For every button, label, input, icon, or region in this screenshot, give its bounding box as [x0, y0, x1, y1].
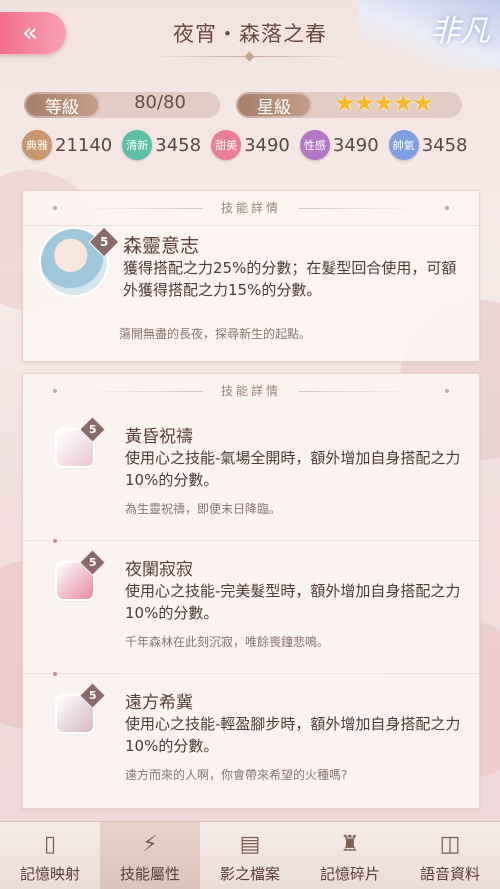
- skill-flavor-text: 千年森林在此刻沉寂，唯餘喪鐘悲鳴。: [125, 635, 330, 649]
- skill-flavor-text: 遠方而來的人啊，你會帶來希望的火種嗎?: [125, 768, 348, 782]
- skill-name: 夜闌寂寂: [125, 560, 193, 580]
- attribute-item: 性感 3490: [299, 130, 379, 160]
- nav-tab-5[interactable]: ◫ 語音資料: [400, 822, 500, 889]
- skill-description: 使用心之技能-輕盈腳步時，額外增加自身搭配之力10%的分數。: [125, 715, 461, 755]
- star-label: 星級: [236, 92, 312, 118]
- level-label: 等級: [24, 92, 100, 118]
- attribute-badge: 清新: [122, 130, 153, 160]
- title-divider: [150, 56, 350, 57]
- skill-description: 獲得搭配之力25%的分數；在髮型回合使用，可額外獲得搭配之力15%的分數。: [123, 259, 457, 299]
- skill-icon: 5: [57, 682, 106, 732]
- attribute-value: 3458: [421, 134, 468, 156]
- skill-description: 使用心之技能-完美髮型時，額外增加自身搭配之力10%的分數。: [125, 582, 461, 622]
- attribute-item: 典雅 21140: [22, 130, 112, 160]
- skill-name: 黃昏祝禱: [125, 427, 193, 447]
- attribute-value: 3458: [155, 134, 202, 156]
- rank-badge: 5: [79, 549, 106, 576]
- skill-flavor-text: 為生靈祝禱，即便末日降臨。: [125, 502, 282, 516]
- skill-icon: 5: [57, 416, 106, 466]
- nav-label: 記憶映射: [19, 865, 80, 883]
- document-icon: ▤: [239, 831, 261, 857]
- attribute-badge: 典雅: [22, 130, 52, 160]
- star-icon: ★: [334, 89, 356, 117]
- rank-badge: 5: [79, 416, 106, 443]
- page-title: 夜宵・森落之春: [173, 22, 327, 46]
- nav-tab-1[interactable]: ▯ 記憶映射: [0, 822, 100, 889]
- panel-header: 技能詳情: [23, 191, 479, 225]
- nav-tab-3[interactable]: ▤ 影之檔案: [200, 822, 300, 889]
- nav-label: 記憶碎片: [319, 865, 380, 883]
- skill-icon: 5: [57, 549, 106, 599]
- card-icon: ▯: [43, 831, 57, 857]
- nav-label: 影之檔案: [219, 865, 280, 883]
- header-line: [23, 225, 479, 226]
- star-icon: ★: [373, 89, 395, 117]
- main-skill-panel: 技能詳情 5 森靈意志 獲得搭配之力25%的分數；在髮型回合使用，可額外獲得搭配…: [22, 190, 480, 362]
- phone-audio-icon: ◫: [439, 831, 461, 857]
- header-dot: [445, 206, 449, 210]
- star-rating: ★ ★ ★ ★ ★: [334, 89, 434, 117]
- skill-flavor-text: 蕩開無盡的長夜，探尋新生的起點。: [119, 327, 312, 341]
- attribute-badge: 性感: [299, 130, 330, 160]
- nav-tab-4[interactable]: ♜ 記憶碎片: [300, 822, 400, 889]
- attribute-row: 典雅 21140 清新 3458 甜美 3490 性感 3490 帥氣 3458: [22, 130, 478, 160]
- nav-tab-2[interactable]: ⚡ 技能屬性: [100, 822, 200, 889]
- dress-icon: ♜: [340, 831, 360, 857]
- panel-header: 技能詳情: [23, 374, 479, 408]
- attribute-item: 清新 3458: [122, 130, 201, 160]
- bottom-nav: ▯ 記憶映射 ⚡ 技能屬性 ▤ 影之檔案 ♜ 記憶碎片 ◫ 語音資料: [0, 821, 500, 889]
- skill-row: 5 黃昏祝禱 使用心之技能-氣場全開時，額外增加自身搭配之力10%的分數。為生靈祝禱…: [23, 408, 479, 543]
- star-icon: ★: [392, 89, 415, 117]
- nav-label: 技能屬性: [119, 865, 180, 883]
- skill-row: 5 遠方希冀 使用心之技能-輕盈腳步時，額外增加自身搭配之力10%的分數。遠方而來的…: [23, 674, 479, 807]
- skill-name: 森靈意志: [123, 235, 200, 257]
- skill-name: 遠方希冀: [125, 693, 193, 713]
- attribute-value: 3490: [332, 134, 379, 156]
- star-icon: ★: [353, 89, 376, 117]
- attribute-badge: 帥氣: [388, 130, 419, 160]
- header-dot: [53, 389, 57, 393]
- rank-badge: 5: [79, 682, 106, 709]
- skill-description: 使用心之技能-氣場全開時，額外增加自身搭配之力10%的分數。: [125, 449, 461, 489]
- attribute-value: 21140: [55, 134, 113, 156]
- attribute-item: 甜美 3490: [211, 130, 290, 160]
- sub-skills-panel: 技能詳情 5 黃昏祝禱 使用心之技能-氣場全開時，額外增加自身搭配之力10%的分數。…: [22, 373, 480, 809]
- attribute-item: 帥氣 3458: [388, 130, 468, 160]
- star-icon: ★: [412, 89, 434, 117]
- header-dot: [445, 389, 449, 393]
- skill-row: 5 夜闌寂寂 使用心之技能-完美髮型時，額外增加自身搭配之力10%的分數。千年森林在…: [23, 541, 479, 676]
- header-dot: [53, 206, 57, 210]
- attribute-badge: 甜美: [211, 130, 242, 160]
- lightning-icon: ⚡: [142, 831, 158, 857]
- level-value: 80/80: [134, 92, 186, 113]
- attribute-value: 3490: [244, 134, 290, 156]
- nav-label: 語音資料: [419, 865, 480, 883]
